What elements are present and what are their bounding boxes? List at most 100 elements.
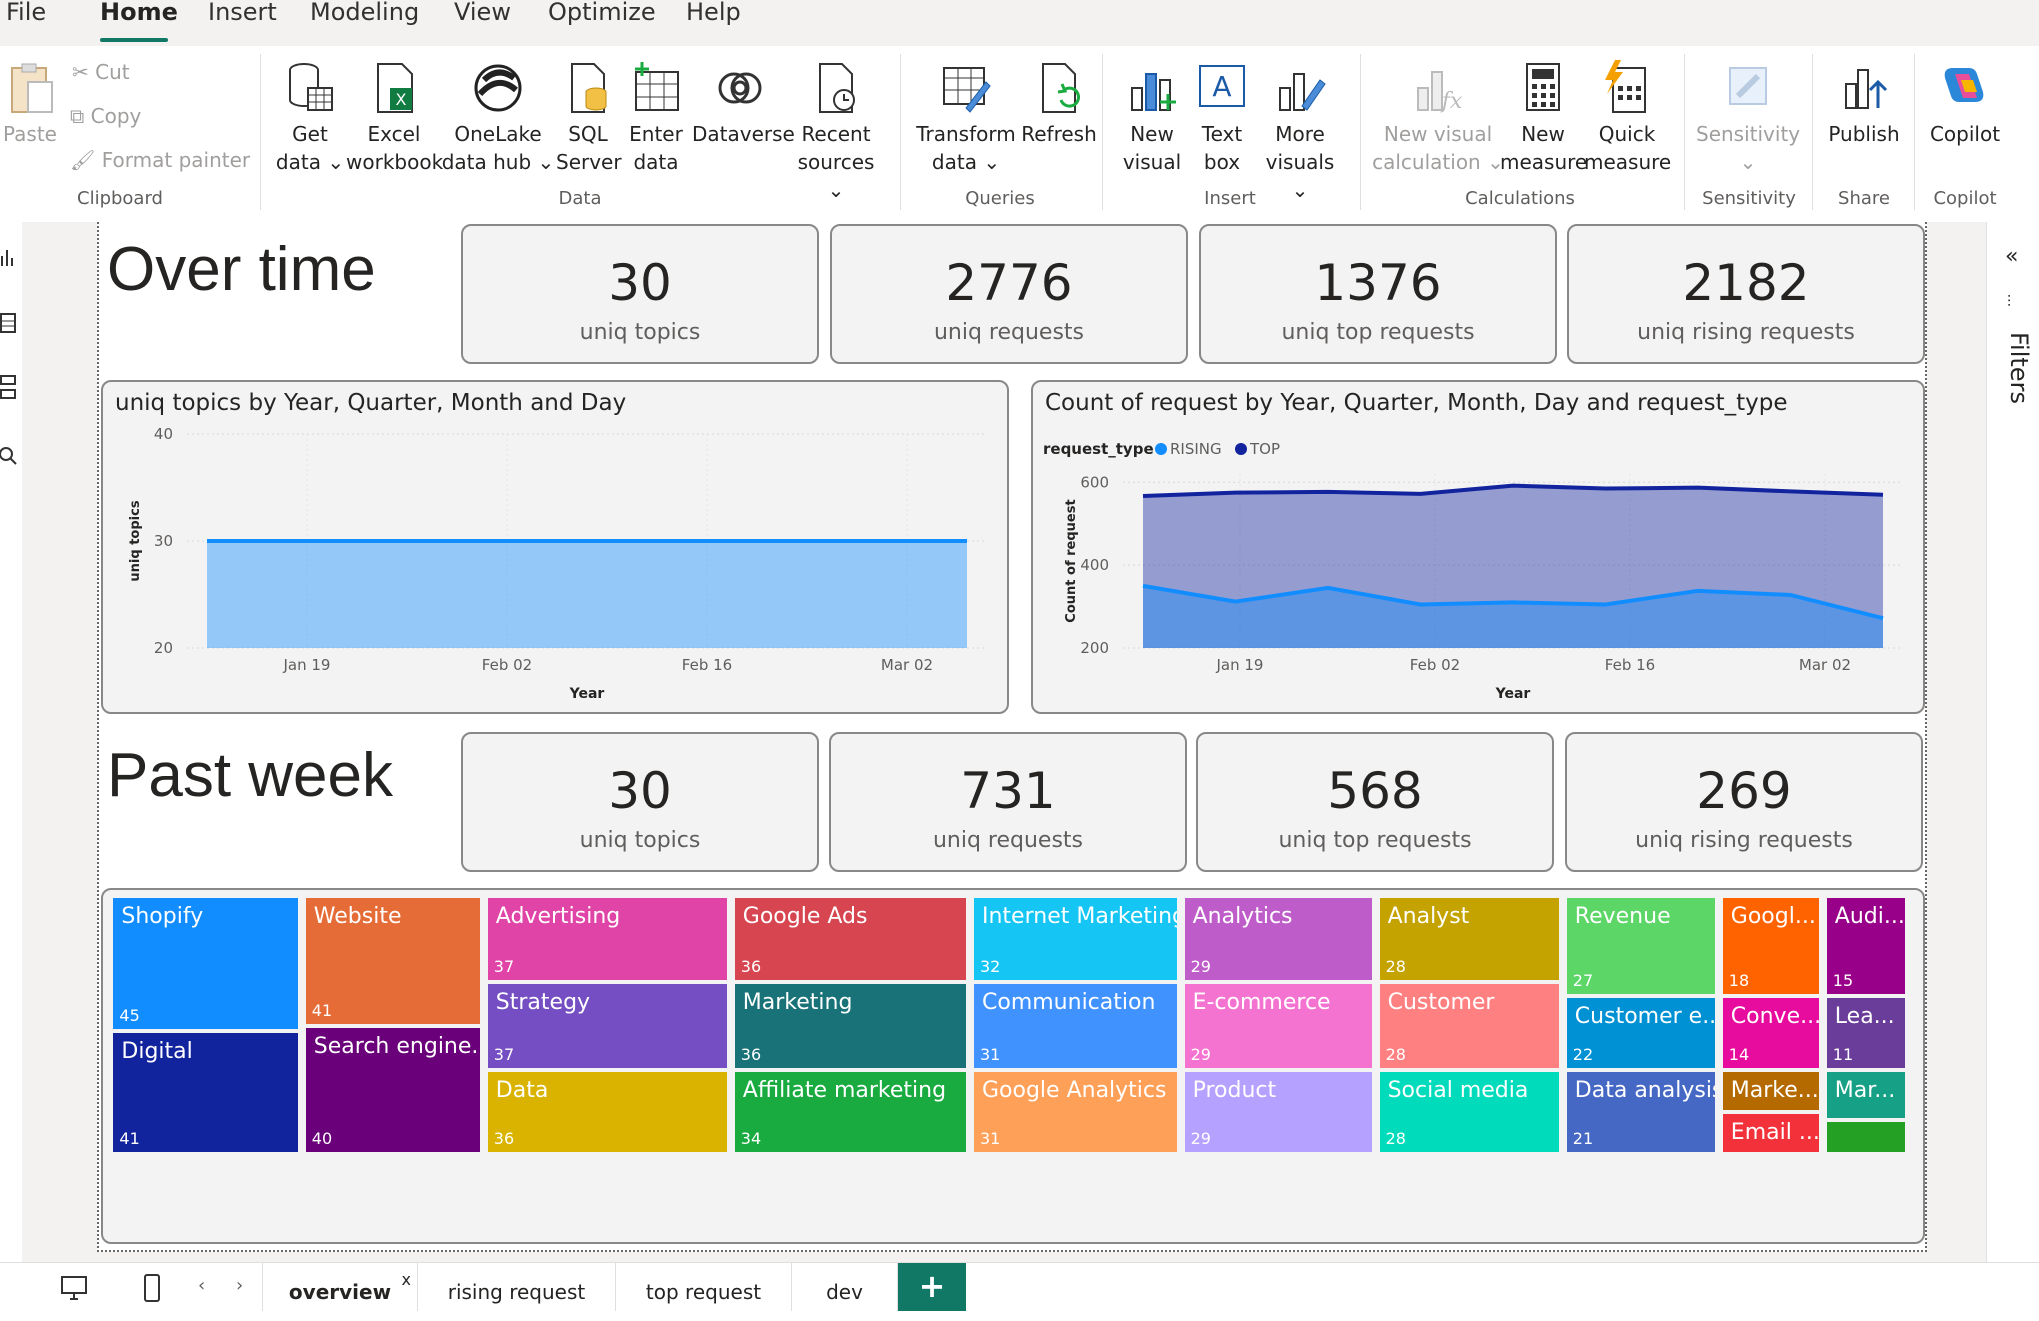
table-view-icon[interactable]: [0, 312, 18, 334]
treemap-tile[interactable]: Marketing 36: [734, 984, 967, 1068]
quick-measure-button[interactable]: Quick measure: [1584, 60, 1671, 176]
refresh-button[interactable]: Refresh: [1014, 60, 1104, 148]
close-tab-icon[interactable]: x: [402, 1251, 411, 1309]
treemap-tile[interactable]: Audi... 15: [1826, 898, 1905, 994]
model-view-icon[interactable]: [0, 374, 18, 400]
add-page-button[interactable]: +: [898, 1263, 966, 1311]
treemap-tile[interactable]: [1826, 1122, 1905, 1152]
onelake-data-hub-button[interactable]: OneLake data hub ⌄: [440, 60, 556, 176]
new-measure-button[interactable]: New measure: [1500, 60, 1587, 176]
treemap-tile[interactable]: Mar...: [1826, 1072, 1905, 1118]
treemap-tile[interactable]: Customer 28: [1379, 984, 1559, 1068]
treemap-tile[interactable]: Product 29: [1184, 1072, 1372, 1152]
treemap-tile[interactable]: Revenue 27: [1566, 898, 1715, 994]
treemap-tile[interactable]: Lea... 11: [1826, 998, 1905, 1068]
tab-dev[interactable]: dev: [792, 1263, 898, 1311]
kpi-value: 30: [608, 762, 672, 820]
get-data-button[interactable]: Get data ⌄: [272, 60, 348, 176]
menu-home[interactable]: Home: [100, 0, 178, 26]
treemap-tile[interactable]: Analytics 29: [1184, 898, 1372, 980]
kpi-card[interactable]: 1376 uniq top requests: [1199, 224, 1557, 364]
x-tick-label: Mar 02: [1799, 656, 1851, 674]
treemap-tile[interactable]: Customer e... 22: [1566, 998, 1715, 1068]
excel-workbook-button[interactable]: X Excel workbook: [346, 60, 443, 176]
x-axis-title: Year: [569, 686, 605, 702]
brush-icon: 🖌: [70, 148, 96, 172]
chevron-down-icon: ⌄: [827, 178, 845, 202]
sql-server-button[interactable]: SQL Server: [556, 60, 622, 176]
treemap-tile[interactable]: Website 41: [305, 898, 480, 1024]
kpi-card[interactable]: 2182 uniq rising requests: [1567, 224, 1925, 364]
kpi-card[interactable]: 30 uniq topics: [461, 224, 819, 364]
menu-view[interactable]: View: [454, 0, 511, 26]
treemap-tile[interactable]: Advertising 37: [487, 898, 727, 980]
enter-data-button[interactable]: Enter data: [624, 60, 688, 176]
tab-top-request[interactable]: top request: [616, 1263, 792, 1311]
new-visual-calculation-button[interactable]: fx New visual calculation ⌄: [1370, 60, 1506, 176]
treemap-tile[interactable]: Search engine... 40: [305, 1028, 480, 1152]
tab-overview[interactable]: overview x: [262, 1263, 418, 1311]
y-tick-label: 600: [1080, 473, 1109, 491]
kpi-card[interactable]: 2776 uniq requests: [830, 224, 1188, 364]
kpi-card[interactable]: 30 uniq topics: [461, 732, 819, 872]
treemap-tile-label: Social media: [1387, 1078, 1529, 1103]
kpi-card[interactable]: 568 uniq top requests: [1196, 732, 1554, 872]
dataverse-button[interactable]: Dataverse: [692, 60, 795, 148]
treemap-tile[interactable]: Marke...: [1722, 1072, 1819, 1110]
paste-button[interactable]: Paste: [2, 60, 58, 148]
treemap-tile[interactable]: Data analysis 21: [1566, 1072, 1715, 1152]
chevron-right-icon[interactable]: ›: [236, 1275, 243, 1296]
report-view-icon[interactable]: [0, 246, 18, 268]
kpi-card[interactable]: 269 uniq rising requests: [1565, 732, 1923, 872]
format-painter-button[interactable]: 🖌 Format painter: [70, 148, 250, 172]
treemap-tile[interactable]: Googl... 18: [1722, 898, 1819, 994]
y-axis-title: uniq topics: [128, 500, 143, 581]
filters-pane-collapsed[interactable]: « ⫶ Filters: [1986, 222, 2039, 1262]
treemap-tile[interactable]: E-commerce 29: [1184, 984, 1372, 1068]
ribbon-separator: [260, 54, 261, 210]
copilot-button[interactable]: Copilot: [1924, 60, 2006, 148]
mobile-layout-icon[interactable]: [142, 1273, 162, 1303]
topics-treemap[interactable]: Shopify 45 Digital 41 Website 41 Search engine…: [101, 888, 1925, 1244]
treemap-tile-label: Shopify: [121, 904, 204, 929]
count-of-request-chart[interactable]: Count of request by Year, Quarter, Month…: [1031, 380, 1925, 714]
menu-modeling[interactable]: Modeling: [310, 0, 419, 26]
cut-button[interactable]: ✂ Cut: [72, 60, 130, 84]
ribbon-separator: [1102, 54, 1103, 210]
chevron-down-icon: ⌄: [983, 150, 1001, 174]
treemap-tile[interactable]: Google Analytics 31: [974, 1072, 1177, 1152]
sensitivity-button[interactable]: Sensitivity ⌄: [1696, 60, 1800, 176]
treemap-tile[interactable]: Strategy 37: [487, 984, 727, 1068]
treemap-tile-label: Customer: [1387, 990, 1495, 1015]
text-box-button[interactable]: A Text box: [1190, 60, 1254, 176]
treemap-tile[interactable]: Digital 41: [113, 1033, 298, 1152]
menu-help[interactable]: Help: [686, 0, 741, 26]
menu-file[interactable]: File: [6, 0, 46, 26]
treemap-tile[interactable]: Social media 28: [1379, 1072, 1559, 1152]
desktop-layout-icon[interactable]: [60, 1275, 90, 1301]
chevron-left-icon[interactable]: ‹: [198, 1275, 205, 1296]
transform-data-button[interactable]: Transform data ⌄: [910, 60, 1022, 176]
dax-query-view-icon[interactable]: [0, 444, 18, 466]
tab-rising-request[interactable]: rising request: [418, 1263, 616, 1311]
treemap-tile[interactable]: Google Ads 36: [734, 898, 967, 980]
menu-insert[interactable]: Insert: [208, 0, 277, 26]
treemap-tile[interactable]: Analyst 28: [1379, 898, 1559, 980]
treemap-tile[interactable]: Data 36: [487, 1072, 727, 1152]
treemap-tile[interactable]: Email ...: [1722, 1114, 1819, 1152]
copy-button[interactable]: ⧉ Copy: [70, 104, 141, 128]
more-visuals-button[interactable]: More visuals ⌄: [1256, 60, 1344, 204]
report-page: Over time 30 uniq topics 2776 uniq reque…: [97, 222, 1927, 1252]
treemap-tile[interactable]: Communication 31: [974, 984, 1177, 1068]
publish-button[interactable]: Publish: [1822, 60, 1906, 148]
treemap-tile[interactable]: Shopify 45: [113, 898, 298, 1029]
kpi-card[interactable]: 731 uniq requests: [829, 732, 1187, 872]
uniq-topics-chart[interactable]: uniq topics by Year, Quarter, Month and …: [101, 380, 1009, 714]
treemap-tile[interactable]: Conve... 14: [1722, 998, 1819, 1068]
expand-chevron-icon[interactable]: «: [2005, 244, 2018, 269]
recent-sources-button[interactable]: Recent sources ⌄: [788, 60, 884, 204]
menu-optimize[interactable]: Optimize: [548, 0, 656, 26]
treemap-tile[interactable]: Affiliate marketing 34: [734, 1072, 967, 1152]
new-visual-button[interactable]: New visual: [1114, 60, 1190, 176]
treemap-tile[interactable]: Internet Marketing 32: [974, 898, 1177, 980]
